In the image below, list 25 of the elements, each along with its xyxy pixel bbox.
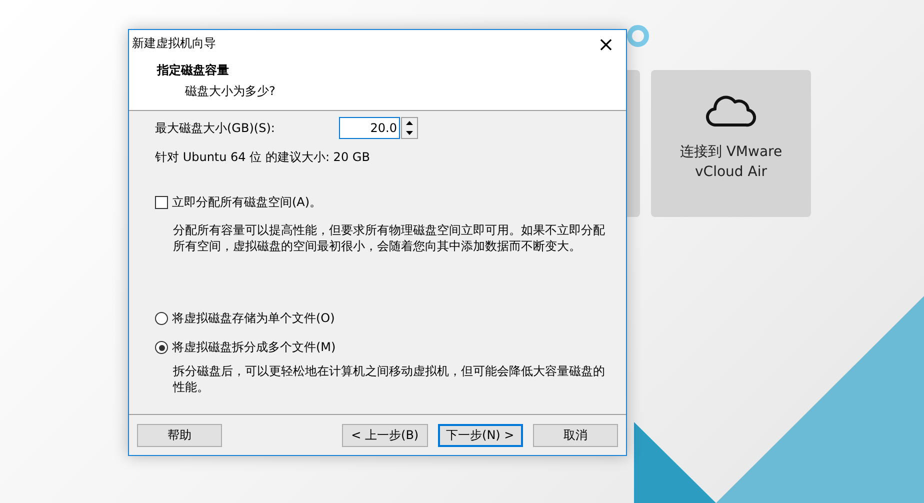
header-title: 指定磁盘容量	[157, 62, 230, 79]
close-button[interactable]: ×	[586, 30, 626, 57]
dialog-button[interactable]: 下一步(N) >	[438, 424, 523, 446]
down-arrow-icon	[406, 131, 413, 135]
dialog-button[interactable]: 取消	[532, 424, 618, 446]
checkbox-label: 立即分配所有磁盘空间(A)。	[172, 194, 322, 211]
card-label: 连接到 VMware vCloud Air	[678, 143, 784, 182]
radio-label: 将虚拟磁盘拆分成多个文件(M)	[172, 339, 336, 356]
up-arrow-icon	[406, 121, 413, 125]
logo-ring-icon	[626, 24, 650, 48]
recommendation-text: 针对 Ubuntu 64 位 的建议大小: 20 GB	[155, 149, 371, 166]
radio-button[interactable]	[155, 312, 168, 325]
window-title: 新建虚拟机向导	[132, 35, 216, 52]
radio-label: 将虚拟磁盘存储为单个文件(O)	[172, 310, 335, 327]
dialog-button[interactable]: 帮助	[137, 424, 222, 446]
radio-button[interactable]	[155, 341, 168, 354]
field-label: 最大磁盘大小(GB)(S):	[155, 120, 276, 136]
disk-size-field[interactable]: 20.0	[339, 117, 400, 139]
allocate-description: 分配所有容量可以提高性能，但要求所有物理磁盘空间立即可用。如果不立即分配所有空间，虚拟磁盘的空间最初很小，会随着您向其中添加数据而不断变大。	[173, 222, 606, 254]
cloud-icon	[706, 94, 756, 128]
dialog-button[interactable]: < 上一步(B)	[342, 424, 428, 446]
vcloud-card[interactable]: 连接到 VMware vCloud Air	[651, 70, 811, 217]
checkbox[interactable]	[155, 196, 168, 209]
header-subtitle: 磁盘大小为多少?	[184, 83, 276, 100]
option-description: 拆分磁盘后，可以更轻松地在计算机之间移动虚拟机，但可能会降低大容量磁盘的性能。	[173, 363, 606, 395]
